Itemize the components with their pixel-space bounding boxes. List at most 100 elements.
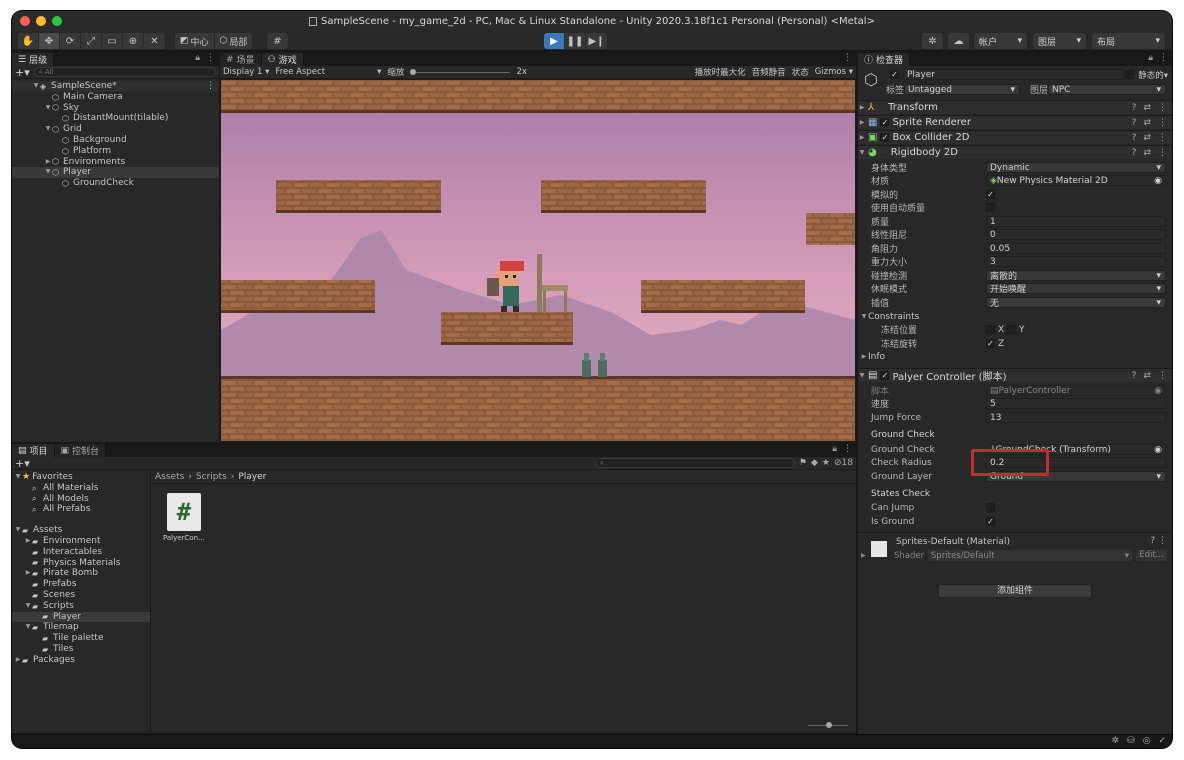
object-picker-icon[interactable]: ◉	[1154, 445, 1162, 455]
rotate-tool-icon[interactable]: ⟳	[60, 33, 81, 49]
linear-drag-input[interactable]: 0	[986, 229, 1166, 240]
preset-icon[interactable]: ⇄	[1143, 371, 1151, 381]
list-item[interactable]: ▼ ◈ SampleScene* ⋮	[12, 81, 219, 92]
cloud-icon[interactable]: ☁	[948, 33, 969, 49]
play-button[interactable]: ▶	[544, 33, 565, 49]
pivot-toggle[interactable]: ◩ 中心	[175, 33, 214, 49]
box-collider-header[interactable]: ▶ ▣ ✓ Box Collider 2D ? ⇄ ⋮	[858, 130, 1172, 144]
tab-inspector[interactable]: ⓘ 检查器	[858, 53, 911, 66]
hidden-packages-icon[interactable]: ⊘18	[834, 458, 853, 468]
project-search-input[interactable]: ⌕	[594, 458, 795, 468]
simulated-checkbox[interactable]: ✓	[986, 190, 995, 199]
list-item[interactable]: ▼ ⬡ Grid	[12, 124, 219, 135]
minimize-window-button[interactable]	[36, 16, 46, 26]
object-picker-icon[interactable]: ◉	[1154, 176, 1162, 186]
list-item[interactable]: ▰ Interactables	[12, 547, 150, 558]
collapse-arrow-icon[interactable]: ▶	[860, 353, 868, 360]
collapse-arrow-icon[interactable]: ▶	[858, 134, 866, 141]
tab-game[interactable]: ⚇ 游戏	[261, 53, 304, 66]
help-icon[interactable]: ?	[1132, 103, 1137, 113]
object-name-field[interactable]: Player	[903, 69, 1124, 80]
scale-slider-handle[interactable]	[410, 69, 417, 75]
expand-arrow-icon[interactable]: ▼	[32, 81, 40, 92]
expand-arrow-icon[interactable]: ▼	[858, 372, 866, 379]
pause-button[interactable]: ❚❚	[565, 33, 586, 49]
collapse-arrow-icon[interactable]: ▶	[861, 552, 866, 559]
list-item[interactable]: ⬡ Platform	[12, 146, 219, 157]
breadcrumb-item[interactable]: Scripts	[196, 472, 227, 482]
list-item-selected[interactable]: ▼ ⬡ Player	[12, 167, 219, 179]
grid-snap-icon[interactable]: #	[267, 33, 288, 49]
material-field[interactable]: ◈New Physics Material 2D ◉	[986, 175, 1166, 186]
body-type-dropdown[interactable]: Dynamic ▾	[986, 162, 1166, 173]
expand-arrow-icon[interactable]: ▼	[24, 622, 32, 633]
filter-type-icon[interactable]: ⚑	[799, 458, 807, 468]
more-icon[interactable]: ⋮	[843, 53, 852, 63]
can-jump-checkbox[interactable]	[986, 503, 995, 512]
list-item[interactable]: ⌕ All Prefabs	[12, 504, 150, 515]
static-checkbox[interactable]	[1125, 70, 1134, 79]
collapse-arrow-icon[interactable]: ▶	[14, 655, 22, 666]
constraints-row[interactable]: ▼ Constraints	[858, 310, 1172, 323]
asset-tile[interactable]: # PalyerCon…	[160, 493, 208, 542]
list-item[interactable]: ▶ ▰ Pirate Bomb	[12, 568, 150, 579]
add-icon[interactable]: +▾	[15, 66, 30, 79]
speed-input[interactable]: 5	[986, 398, 1166, 409]
help-icon[interactable]: ?	[1132, 133, 1137, 143]
more-icon[interactable]: ⋮	[1158, 118, 1167, 128]
freeze-z-checkbox[interactable]: ✓	[986, 339, 995, 348]
enabled-checkbox[interactable]: ✓	[880, 371, 890, 380]
more-icon[interactable]: ⋮	[1159, 53, 1168, 63]
packages-folder[interactable]: ▶ ▰ Packages	[12, 655, 150, 666]
add-icon[interactable]: +▾	[15, 457, 30, 470]
list-item[interactable]: ⬡ GroundCheck	[12, 178, 219, 189]
list-item[interactable]: ▶ ▰ Environment	[12, 536, 150, 547]
collapse-arrow-icon[interactable]: ▶	[44, 157, 52, 168]
lock-icon[interactable]: 🔒︎	[195, 53, 200, 63]
hierarchy-search-input[interactable]: ⌕ All	[33, 67, 216, 77]
preset-icon[interactable]: ⇄	[1143, 103, 1151, 113]
expand-arrow-icon[interactable]: ▼	[44, 124, 52, 135]
favorites-folder[interactable]: ▼ ★ Favorites	[12, 472, 150, 483]
list-item[interactable]: ⬡ DistantMount(tilable)	[12, 113, 219, 124]
filter-label-icon[interactable]: ◆	[811, 458, 818, 468]
expand-arrow-icon[interactable]: ▼	[14, 525, 22, 536]
freeze-y-checkbox[interactable]	[1007, 325, 1016, 334]
cache-icon[interactable]: ⛁	[1127, 736, 1135, 746]
layer-dropdown[interactable]: NPC ▾	[1048, 84, 1166, 95]
game-viewport[interactable]	[221, 80, 855, 441]
expand-arrow-icon[interactable]: ▼	[44, 103, 52, 114]
enabled-checkbox[interactable]: ✓	[880, 133, 890, 142]
active-checkbox[interactable]: ✓	[890, 70, 899, 79]
list-item[interactable]: ▰ Physics Materials	[12, 558, 150, 569]
list-item[interactable]: ▶ ⬡ Environments	[12, 157, 219, 168]
transform-tool-icon[interactable]: ⊕	[123, 33, 144, 49]
zoom-window-button[interactable]	[52, 16, 62, 26]
transform-component-header[interactable]: ▶ ⅄ Transform ? ⇄ ⋮	[858, 100, 1172, 114]
jump-force-input[interactable]: 13	[986, 412, 1166, 423]
account-dropdown[interactable]: 帐户 ▾	[974, 33, 1027, 49]
rigidbody-header[interactable]: ▼ ◕ Rigidbody 2D ? ⇄ ⋮	[858, 145, 1172, 159]
list-item[interactable]: ▼ ▰ Scripts	[12, 601, 150, 612]
collapse-arrow-icon[interactable]: ▶	[858, 104, 866, 111]
expand-arrow-icon[interactable]: ▼	[24, 601, 32, 612]
collision-dropdown[interactable]: 离散的 ▾	[986, 270, 1166, 282]
add-component-button[interactable]: 添加组件	[938, 584, 1092, 598]
hand-tool-icon[interactable]: ✋	[18, 33, 39, 49]
list-item[interactable]: ▰ Tiles	[12, 644, 150, 655]
sprite-renderer-header[interactable]: ▶ ▦ ✓ Sprite Renderer ? ⇄ ⋮	[858, 115, 1172, 129]
space-toggle[interactable]: ⬡ 局部	[213, 33, 253, 49]
zoom-slider[interactable]	[808, 721, 848, 729]
tab-scene[interactable]: # 场景	[220, 53, 262, 66]
help-icon[interactable]: ?	[1132, 371, 1137, 381]
auto-mass-checkbox[interactable]	[986, 203, 995, 212]
list-item[interactable]: ⬡ Background	[12, 135, 219, 146]
breadcrumb-item[interactable]: Player	[238, 472, 266, 482]
collapse-arrow-icon[interactable]: ▶	[24, 568, 32, 579]
list-item[interactable]: ▰ Prefabs	[12, 579, 150, 590]
zoom-slider-handle[interactable]	[826, 722, 832, 728]
more-icon[interactable]: ⋮	[206, 81, 215, 92]
expand-arrow-icon[interactable]: ▼	[860, 313, 868, 320]
list-item[interactable]: ▰ Tile palette	[12, 633, 150, 644]
tab-console[interactable]: ▣ 控制台	[54, 444, 107, 457]
